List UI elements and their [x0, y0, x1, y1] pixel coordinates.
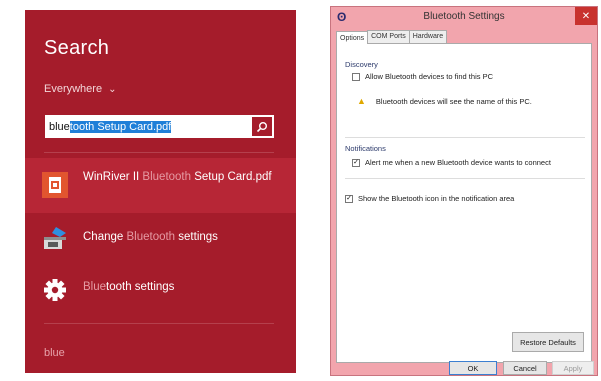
bluetooth-settings-dialog: ʘ Bluetooth Settings ✕ Options COM Ports…: [330, 6, 598, 376]
bluetooth-settings-icon: [42, 225, 68, 251]
alert-new-device-label: Alert me when a new Bluetooth device wan…: [365, 158, 551, 167]
search-result-change-bluetooth[interactable]: Change Bluetooth settings: [25, 213, 296, 263]
dialog-title: Bluetooth Settings: [423, 11, 505, 22]
options-tab-panel: Discovery Allow Bluetooth devices to fin…: [336, 43, 592, 363]
group-divider: [345, 137, 585, 138]
cancel-button[interactable]: Cancel: [503, 361, 547, 375]
search-result-label: WinRiver II Bluetooth Setup Card.pdf: [83, 171, 272, 183]
search-result-label: Bluetooth settings: [83, 281, 175, 293]
search-scope-dropdown[interactable]: Everywhere ⌄: [44, 83, 116, 95]
search-input[interactable]: bluetooth Setup Card.pdf: [45, 115, 274, 138]
gear-icon: [42, 277, 68, 303]
discovery-group-title: Discovery: [345, 60, 378, 69]
divider: [44, 323, 274, 324]
chevron-down-icon: ⌄: [108, 84, 117, 95]
discovery-warning: ▲ Bluetooth devices will see the name of…: [357, 96, 532, 106]
show-icon-checkbox[interactable]: ✓ Show the Bluetooth icon in the notific…: [345, 194, 514, 203]
typed-query-footer: blue: [44, 347, 65, 359]
warning-icon: ▲: [357, 96, 366, 106]
checkbox-box[interactable]: ✓: [345, 194, 353, 203]
search-input-text[interactable]: bluetooth Setup Card.pdf: [45, 120, 252, 133]
notifications-group-title: Notifications: [345, 144, 386, 153]
search-title: Search: [44, 37, 110, 59]
show-icon-label: Show the Bluetooth icon in the notificat…: [358, 194, 515, 203]
ok-button[interactable]: OK: [449, 361, 497, 375]
allow-discovery-checkbox[interactable]: Allow Bluetooth devices to find this PC: [352, 72, 493, 81]
dialog-tabs: Options COM Ports Hardware: [336, 30, 448, 44]
close-button[interactable]: ✕: [575, 7, 597, 25]
apply-button[interactable]: Apply: [552, 361, 594, 375]
search-result-label: Change Bluetooth settings: [83, 231, 218, 243]
tab-com-ports[interactable]: COM Ports: [367, 30, 410, 43]
restore-defaults-button[interactable]: Restore Defaults: [512, 332, 584, 352]
search-typed-text: blue: [49, 120, 70, 133]
pdf-file-icon: [42, 172, 68, 198]
search-result-bluetooth-settings[interactable]: Bluetooth settings: [25, 263, 296, 313]
search-charm-panel: Search Everywhere ⌄ bluetooth Setup Card.…: [25, 10, 296, 373]
divider: [44, 152, 274, 153]
search-autocomplete-selection: tooth Setup Card.pdf: [69, 120, 172, 133]
group-divider: [345, 178, 585, 179]
search-icon: [256, 121, 267, 132]
discovery-warning-text: Bluetooth devices will see the name of t…: [375, 96, 532, 106]
checkbox-box[interactable]: ✓: [352, 158, 360, 167]
dialog-titlebar[interactable]: ʘ Bluetooth Settings ✕: [331, 7, 597, 28]
close-icon: ✕: [581, 10, 591, 22]
search-result-pdf[interactable]: WinRiver II Bluetooth Setup Card.pdf: [25, 158, 296, 213]
allow-discovery-label: Allow Bluetooth devices to find this PC: [365, 72, 493, 81]
alert-new-device-checkbox[interactable]: ✓ Alert me when a new Bluetooth device w…: [352, 158, 551, 167]
tab-options[interactable]: Options: [336, 31, 369, 44]
checkbox-box[interactable]: [352, 72, 360, 81]
search-button[interactable]: [252, 117, 272, 136]
tab-hardware[interactable]: Hardware: [408, 30, 448, 43]
search-scope-label: Everywhere: [44, 83, 103, 95]
